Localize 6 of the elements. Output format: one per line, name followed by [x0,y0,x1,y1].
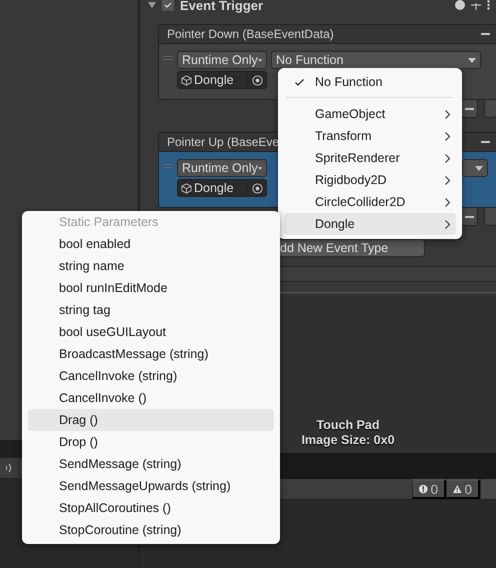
preview-title: Touch Pad [316,418,380,433]
image-size-label: Image Size: 0x0 [300,433,395,448]
event-title: Pointer Down (BaseEventData) [167,27,334,41]
event-title: Pointer Up (BaseEve [167,135,280,149]
component-title: Event Trigger [180,0,264,12]
menu-header: Static Parameters [58,214,160,231]
